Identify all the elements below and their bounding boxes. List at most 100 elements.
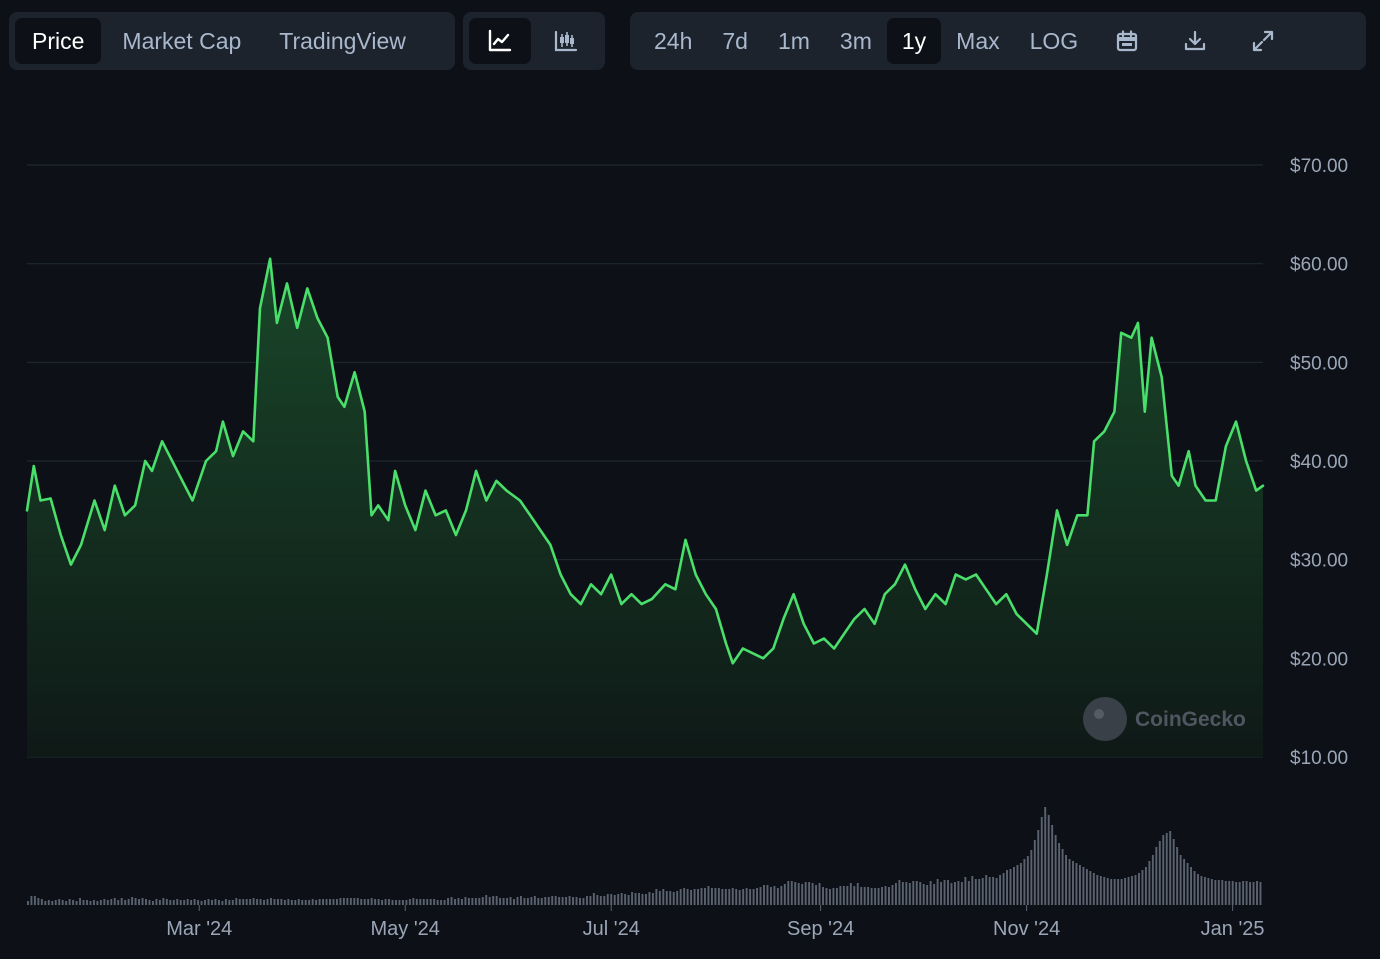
volume-bar: [985, 875, 988, 905]
volume-bar: [1037, 830, 1040, 905]
volume-bar: [568, 896, 571, 905]
volume-bar: [419, 899, 422, 905]
volume-bar: [516, 897, 519, 905]
volume-bar: [773, 886, 776, 905]
volume-bar: [221, 901, 224, 905]
volume-bar: [79, 898, 81, 905]
volume-bar: [908, 883, 911, 905]
volume-bar: [1162, 835, 1165, 905]
volume-bar: [558, 897, 561, 905]
volume-bar: [655, 889, 658, 905]
volume-bar: [460, 899, 463, 905]
volume-bar: [565, 897, 568, 905]
volume-bar: [971, 876, 974, 905]
volume-bar: [308, 900, 311, 905]
volume-bar: [1256, 881, 1258, 905]
volume-bar: [974, 879, 977, 905]
volume-bar: [1224, 881, 1227, 905]
volume-bar: [183, 900, 186, 905]
volume-bar: [1200, 876, 1203, 905]
volume-bar: [44, 901, 47, 905]
volume-bar: [978, 879, 981, 905]
volume-bar: [624, 894, 627, 905]
volume-bar: [690, 890, 693, 905]
volume-bar: [235, 898, 238, 905]
volume-bar: [888, 887, 890, 905]
volume-bar: [401, 900, 404, 905]
volume-bar: [1186, 863, 1189, 905]
volume-bar: [429, 899, 432, 905]
volume-bar: [634, 893, 637, 905]
volume-bar: [585, 896, 588, 905]
volume-bar: [471, 898, 474, 905]
volume-bar: [776, 888, 779, 905]
volume-bar: [377, 899, 380, 905]
volume-bar: [287, 899, 290, 905]
volume-bar: [1026, 856, 1029, 905]
x-tick-label: Nov '24: [993, 918, 1060, 940]
volume-bar: [1096, 875, 1099, 905]
volume-bar: [801, 884, 804, 905]
logo-eye: [1094, 709, 1104, 719]
volume-bar: [113, 898, 116, 905]
volume-bar: [367, 899, 370, 905]
volume-bar: [1165, 833, 1168, 905]
volume-bar: [936, 879, 939, 905]
volume-bar: [1019, 863, 1022, 905]
volume-bar: [683, 888, 686, 905]
volume-bar: [124, 900, 127, 905]
volume-bar: [922, 884, 925, 905]
volume-bar: [1117, 879, 1120, 905]
volume-bar: [1144, 867, 1147, 905]
volume-bar: [554, 896, 557, 905]
volume-bar: [547, 897, 550, 905]
volume-bar: [294, 900, 297, 905]
volume-bar: [1002, 873, 1005, 905]
volume-bar: [509, 897, 512, 905]
volume-bar: [447, 898, 450, 905]
volume-bar: [940, 882, 943, 905]
volume-bar: [954, 882, 956, 905]
volume-bar: [693, 889, 696, 905]
volume-bar: [686, 889, 689, 905]
volume-bar: [65, 901, 68, 905]
volume-bar: [874, 888, 877, 905]
volume-bar: [1203, 877, 1206, 905]
volume-bar: [572, 897, 574, 905]
volume-bar: [412, 898, 415, 905]
volume-bar: [30, 896, 33, 905]
volume-bar: [627, 895, 630, 905]
volume-bar: [929, 881, 932, 905]
volume-bar: [797, 883, 800, 905]
volume-bar: [822, 887, 824, 905]
volume-bar: [613, 895, 616, 905]
volume-bar: [405, 900, 408, 905]
volume-bar: [1131, 876, 1133, 905]
volume-bar: [669, 891, 672, 905]
volume-bar: [884, 886, 887, 905]
volume-bar: [738, 890, 741, 905]
volume-bar: [620, 893, 623, 905]
volume-bar: [1120, 879, 1123, 905]
volume-bar: [495, 896, 498, 905]
x-tick-label: May '24: [371, 918, 440, 940]
volume-bar: [336, 899, 338, 905]
volume-bar: [967, 881, 970, 905]
volume-bar: [1238, 882, 1241, 905]
volume-bar: [1075, 863, 1078, 905]
volume-bar: [263, 900, 265, 905]
volume-bar: [1030, 850, 1033, 905]
price-chart[interactable]: CoinGecko $10.00 $20.00 $30.00 $40.00 $50.00…: [0, 0, 1380, 959]
volume-bar: [329, 899, 331, 905]
volume-bar: [249, 899, 252, 905]
volume-bar: [492, 896, 495, 905]
volume-bar: [1106, 878, 1109, 905]
volume-bar: [217, 900, 220, 905]
volume-bar: [1047, 815, 1050, 905]
volume-bar: [145, 899, 147, 905]
volume-bar: [231, 900, 234, 905]
volume-bar: [454, 899, 456, 905]
volume-bar: [346, 898, 349, 905]
volume-bar: [540, 898, 543, 905]
volume-bar: [1151, 855, 1154, 905]
